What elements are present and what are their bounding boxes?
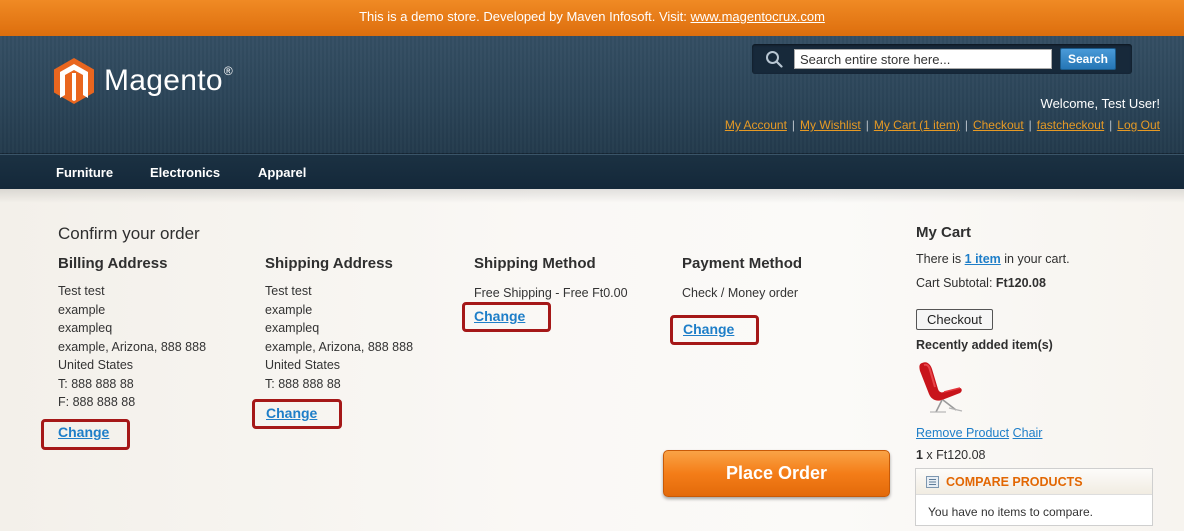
cart-summary: There is 1 item in your cart.	[916, 252, 1070, 266]
compare-empty-message: You have no items to compare.	[928, 505, 1093, 519]
shipping-method-heading: Shipping Method	[474, 255, 596, 272]
welcome-message: Welcome, Test User!	[1040, 96, 1160, 111]
compare-title: COMPARE PRODUCTS	[946, 475, 1083, 489]
cart-subtotal-value: Ft120.08	[995, 276, 1046, 290]
logo-text: Magento	[104, 64, 223, 97]
recently-added-label: Recently added item(s)	[916, 338, 1053, 352]
compare-header: COMPARE PRODUCTS	[916, 469, 1152, 495]
shipping-method-value: Free Shipping - Free Ft0.00	[474, 286, 628, 300]
logo[interactable]: Magento ®	[54, 58, 233, 104]
cart-subtotal: Cart Subtotal: Ft120.08	[916, 276, 1046, 290]
cart-items-link[interactable]: 1 item	[965, 252, 1001, 266]
address-line: example, Arizona, 888 888	[265, 339, 414, 354]
remove-product-link[interactable]: Remove Product	[916, 426, 1009, 440]
logo-registered-mark: ®	[223, 64, 233, 78]
cart-checkout-button[interactable]: Checkout	[916, 309, 993, 330]
address-line: T: 888 888 88	[58, 376, 134, 391]
my-account-link[interactable]: My Account	[725, 118, 787, 132]
search-icon	[766, 51, 783, 68]
main-content: Confirm your order Billing Address Test …	[0, 189, 1184, 531]
shipping-heading: Shipping Address	[265, 255, 393, 272]
product-name-link[interactable]: Chair	[1013, 426, 1043, 440]
demo-notice-bar: This is a demo store. Developed by Maven…	[0, 0, 1184, 36]
address-line: Test test	[58, 284, 105, 298]
recent-item-qty: 1 x Ft120.08	[916, 448, 986, 462]
chair-product-image[interactable]	[916, 359, 966, 414]
shipping-change-highlight	[252, 399, 342, 429]
address-line: example	[58, 302, 106, 317]
recent-item-links: Remove Product Chair	[916, 426, 1042, 440]
magento-logo-icon	[54, 58, 94, 104]
page-title: Confirm your order	[58, 224, 200, 243]
address-line: exampleq	[58, 321, 113, 335]
item-price: x Ft120.08	[922, 448, 986, 462]
site-header: Magento ® Search Welcome, Test User! My …	[0, 36, 1184, 154]
address-line: United States	[58, 358, 134, 372]
list-icon	[926, 476, 939, 488]
address-line: example, Arizona, 888 888	[58, 339, 207, 354]
my-cart-link[interactable]: My Cart (1 item)	[874, 118, 960, 132]
my-wishlist-link[interactable]: My Wishlist	[800, 118, 861, 132]
compare-products-block: COMPARE PRODUCTS You have no items to co…	[915, 468, 1153, 526]
payment-method-change-highlight	[670, 315, 759, 345]
nav-item-electronics[interactable]: Electronics	[150, 165, 220, 180]
main-nav: Furniture Electronics Apparel	[0, 154, 1184, 189]
address-line: F: 888 888 88	[58, 395, 136, 409]
billing-address: Test test example exampleq example, Ariz…	[58, 282, 206, 412]
cart-title: My Cart	[916, 224, 972, 241]
shipping-address: Test test example exampleq example, Ariz…	[265, 282, 413, 393]
search-button[interactable]: Search	[1060, 48, 1116, 70]
nav-item-furniture[interactable]: Furniture	[56, 165, 113, 180]
address-line: example	[265, 302, 313, 317]
nav-item-apparel[interactable]: Apparel	[258, 165, 306, 180]
address-line: United States	[265, 358, 341, 372]
logout-link[interactable]: Log Out	[1117, 118, 1160, 132]
payment-method-value: Check / Money order	[682, 286, 799, 300]
search-bar: Search	[752, 44, 1132, 74]
billing-change-highlight	[41, 419, 130, 450]
shipping-method-change-highlight	[462, 302, 551, 332]
item-quantity: 1	[916, 448, 923, 462]
payment-method-heading: Payment Method	[682, 255, 803, 272]
address-line: exampleq	[265, 321, 320, 335]
demo-notice-text: This is a demo store. Developed by Maven…	[359, 9, 691, 24]
fastcheckout-link[interactable]: fastcheckout	[1037, 118, 1104, 132]
account-links: My Account | My Wishlist | My Cart (1 item) |…	[724, 118, 1160, 132]
address-line: T: 888 888 88	[265, 376, 341, 391]
search-input[interactable]	[794, 49, 1052, 69]
checkout-link[interactable]: Checkout	[973, 118, 1024, 132]
address-line: Test test	[265, 284, 312, 298]
billing-heading: Billing Address	[58, 255, 168, 272]
place-order-button[interactable]: Place Order	[663, 450, 890, 497]
demo-notice-link[interactable]: www.magentocrux.com	[691, 9, 825, 24]
